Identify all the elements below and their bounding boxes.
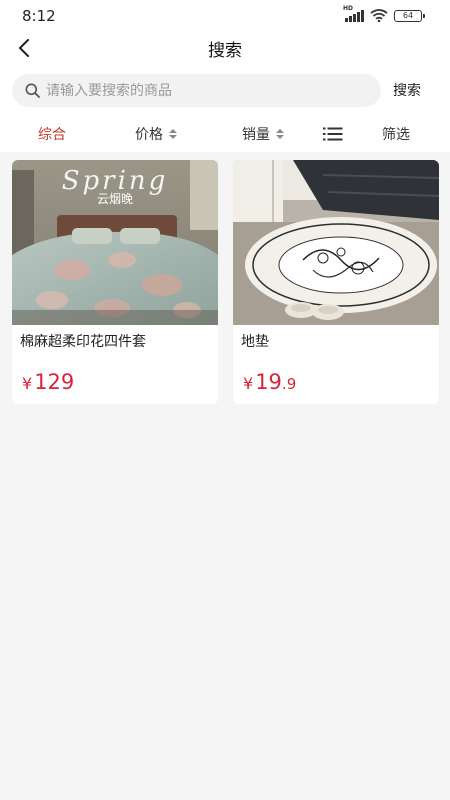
nav-bar: 搜索 — [0, 30, 450, 66]
battery-level: 64 — [402, 11, 414, 20]
product-price: ¥ 19 .9 — [243, 370, 296, 394]
product-name: 棉麻超柔印花四件套 — [20, 334, 146, 350]
filter-sales[interactable]: 销量 — [242, 124, 284, 144]
image-title: Spring — [61, 166, 169, 196]
status-time: 8:12 — [22, 7, 56, 25]
price-symbol: ¥ — [243, 374, 254, 393]
filter-label: 综合 — [38, 127, 66, 143]
price-symbol: ¥ — [22, 374, 33, 393]
signal-icon: HD — [343, 5, 364, 22]
floor-mat-photo — [233, 160, 439, 325]
sort-icon — [276, 129, 284, 139]
search-row: 搜索 — [0, 66, 450, 116]
filter-price[interactable]: 价格 — [135, 124, 177, 144]
price-integer: 129 — [34, 370, 75, 394]
filter-comprehensive[interactable]: 综合 — [38, 124, 66, 144]
product-price: ¥ 129 — [22, 370, 74, 394]
search-icon — [24, 83, 40, 99]
price-decimal: .9 — [281, 375, 297, 393]
search-button[interactable]: 搜索 — [393, 80, 421, 100]
status-icons: HD 64 — [343, 5, 425, 22]
product-card[interactable]: 地垫 ¥ 19 .9 — [233, 160, 439, 404]
image-overlay-text: Spring 云烟晚 — [12, 166, 218, 207]
status-bar: 8:12 HD 64 — [0, 0, 450, 30]
search-box[interactable] — [12, 74, 381, 107]
product-card[interactable]: Spring 云烟晚 棉麻超柔印花四件套 ¥ 129 — [12, 160, 218, 404]
list-view-icon[interactable] — [323, 126, 343, 145]
battery-icon: 64 — [394, 9, 425, 22]
filter-label: 销量 — [242, 127, 270, 143]
filter-bar: 综合 价格 销量 筛选 — [0, 116, 450, 152]
sort-icon — [169, 129, 177, 139]
filter-label: 价格 — [135, 127, 163, 143]
search-input[interactable] — [46, 82, 366, 99]
filter-label: 筛选 — [382, 127, 410, 143]
page-title: 搜索 — [208, 41, 242, 61]
wifi-icon — [370, 9, 388, 22]
price-integer: 19 — [255, 370, 282, 394]
bedding-set-photo: Spring 云烟晚 — [12, 160, 218, 325]
filter-screen[interactable]: 筛选 — [382, 124, 410, 144]
product-name: 地垫 — [241, 334, 269, 350]
